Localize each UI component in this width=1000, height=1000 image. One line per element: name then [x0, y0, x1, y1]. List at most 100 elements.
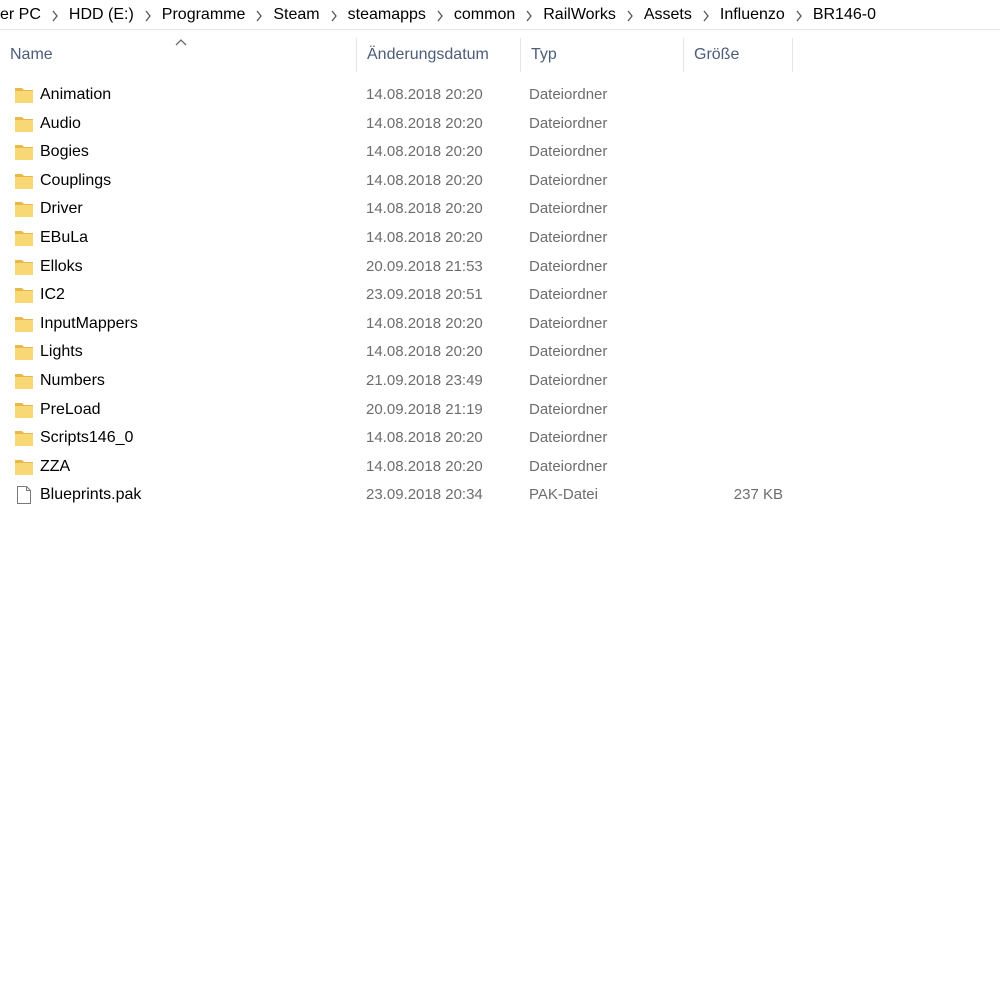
- file-type: Dateiordner: [529, 286, 608, 304]
- folder-icon: [14, 400, 34, 420]
- chevron-right-icon[interactable]: [695, 7, 717, 22]
- breadcrumb-item[interactable]: BR146-0: [810, 6, 879, 24]
- column-date-label: Änderungsdatum: [367, 46, 489, 63]
- file-row[interactable]: Lights 14.08.2018 20:20 Dateiordner: [0, 338, 800, 366]
- file-name: ZZA: [40, 457, 71, 475]
- folder-icon: [14, 428, 34, 448]
- file-type: Dateiordner: [529, 171, 608, 189]
- column-name[interactable]: Name: [0, 38, 357, 72]
- file-row[interactable]: Elloks 20.09.2018 21:53 Dateiordner: [0, 253, 800, 281]
- file-date: 14.08.2018 20:20: [366, 86, 483, 103]
- file-type: Dateiordner: [529, 343, 608, 361]
- folder-icon: [14, 114, 34, 134]
- file-icon: [14, 485, 34, 505]
- file-row[interactable]: Bogies 14.08.2018 20:20 Dateiordner: [0, 138, 800, 166]
- breadcrumb-item[interactable]: Programme: [159, 6, 249, 24]
- file-name: Couplings: [40, 171, 112, 189]
- file-type: Dateiordner: [529, 114, 608, 132]
- column-name-label: Name: [10, 46, 53, 63]
- chevron-right-icon[interactable]: [788, 7, 810, 22]
- file-type: Dateiordner: [529, 400, 608, 418]
- chevron-right-icon[interactable]: [619, 7, 641, 22]
- breadcrumb-item[interactable]: HDD (E:): [66, 6, 137, 24]
- folder-icon: [14, 257, 34, 277]
- file-name: Lights: [40, 343, 83, 361]
- file-date: 14.08.2018 20:20: [366, 343, 483, 361]
- file-date: 21.09.2018 23:49: [366, 372, 483, 389]
- breadcrumb-item[interactable]: Influenzo: [717, 6, 788, 24]
- column-type[interactable]: Typ: [521, 38, 684, 72]
- file-type: Dateiordner: [529, 314, 608, 332]
- folder-icon: [14, 142, 34, 162]
- folder-icon: [14, 314, 34, 334]
- chevron-right-icon[interactable]: [429, 7, 451, 22]
- file-type: Dateiordner: [529, 86, 608, 103]
- file-name: IC2: [40, 286, 65, 304]
- file-type: Dateiordner: [529, 429, 608, 447]
- file-name: Scripts146_0: [40, 429, 134, 447]
- chevron-right-icon[interactable]: [44, 7, 66, 22]
- column-size-label: Größe: [694, 46, 740, 63]
- file-name: InputMappers: [40, 314, 138, 332]
- file-type: Dateiordner: [529, 257, 608, 275]
- file-row[interactable]: Scripts146_0 14.08.2018 20:20 Dateiordner: [0, 424, 800, 452]
- file-type: Dateiordner: [529, 457, 608, 475]
- file-name: Driver: [40, 200, 83, 218]
- folder-icon: [14, 228, 34, 248]
- column-date[interactable]: Änderungsdatum: [357, 38, 521, 72]
- file-row[interactable]: Driver 14.08.2018 20:20 Dateiordner: [0, 195, 800, 223]
- file-type: PAK-Datei: [529, 486, 598, 504]
- breadcrumb-item[interactable]: er PC: [0, 6, 44, 24]
- folder-icon: [14, 371, 34, 391]
- file-size: 237 KB: [733, 486, 783, 504]
- file-date: 14.08.2018 20:20: [366, 143, 483, 161]
- column-type-label: Typ: [531, 46, 557, 63]
- file-date: 14.08.2018 20:20: [366, 457, 483, 475]
- file-date: 14.08.2018 20:20: [366, 429, 483, 447]
- file-row[interactable]: EBuLa 14.08.2018 20:20 Dateiordner: [0, 224, 800, 252]
- file-name: Bogies: [40, 143, 89, 161]
- breadcrumb-item[interactable]: steamapps: [345, 6, 429, 24]
- file-row[interactable]: InputMappers 14.08.2018 20:20 Dateiordner: [0, 310, 800, 338]
- file-type: Dateiordner: [529, 372, 608, 389]
- file-row[interactable]: IC2 23.09.2018 20:51 Dateiordner: [0, 281, 800, 309]
- breadcrumb-item[interactable]: Assets: [641, 6, 695, 24]
- file-date: 20.09.2018 21:19: [366, 400, 483, 418]
- folder-icon: [14, 285, 34, 305]
- file-type: Dateiordner: [529, 200, 608, 218]
- file-date: 20.09.2018 21:53: [366, 257, 483, 275]
- file-name: Elloks: [40, 257, 83, 275]
- file-row[interactable]: Couplings 14.08.2018 20:20 Dateiordner: [0, 167, 800, 195]
- file-row[interactable]: ZZA 14.08.2018 20:20 Dateiordner: [0, 453, 800, 481]
- file-date: 14.08.2018 20:20: [366, 314, 483, 332]
- chevron-right-icon[interactable]: [518, 7, 540, 22]
- file-name: Blueprints.pak: [40, 486, 142, 504]
- chevron-right-icon[interactable]: [323, 7, 345, 22]
- chevron-right-icon[interactable]: [248, 7, 270, 22]
- file-date: 23.09.2018 20:51: [366, 286, 483, 304]
- file-date: 14.08.2018 20:20: [366, 114, 483, 132]
- file-row[interactable]: Animation 14.08.2018 20:20 Dateiordner: [0, 81, 800, 109]
- folder-icon: [14, 171, 34, 191]
- chevron-right-icon[interactable]: [137, 7, 159, 22]
- breadcrumb-item[interactable]: Steam: [270, 6, 322, 24]
- file-row[interactable]: Audio 14.08.2018 20:20 Dateiordner: [0, 110, 800, 138]
- breadcrumb-item[interactable]: RailWorks: [540, 6, 619, 24]
- file-row[interactable]: Numbers 21.09.2018 23:49 Dateiordner: [0, 367, 800, 395]
- folder-icon: [14, 457, 34, 477]
- file-type: Dateiordner: [529, 229, 608, 246]
- file-date: 14.08.2018 20:20: [366, 229, 483, 246]
- file-type: Dateiordner: [529, 143, 608, 161]
- column-size[interactable]: Größe: [684, 38, 793, 72]
- breadcrumb: er PC HDD (E:) Programme Steam steamapps comm…: [0, 0, 1000, 30]
- file-date: 14.08.2018 20:20: [366, 171, 483, 189]
- column-header: Name Änderungsdatum Typ Größe: [0, 38, 1000, 74]
- file-name: Audio: [40, 114, 81, 132]
- file-date: 14.08.2018 20:20: [366, 200, 483, 218]
- file-name: Animation: [40, 86, 112, 103]
- folder-icon: [14, 199, 34, 219]
- file-date: 23.09.2018 20:34: [366, 486, 483, 504]
- file-row[interactable]: Blueprints.pak 23.09.2018 20:34 PAK-Datei 2…: [0, 481, 800, 509]
- file-row[interactable]: PreLoad 20.09.2018 21:19 Dateiordner: [0, 396, 800, 424]
- breadcrumb-item[interactable]: common: [451, 6, 518, 24]
